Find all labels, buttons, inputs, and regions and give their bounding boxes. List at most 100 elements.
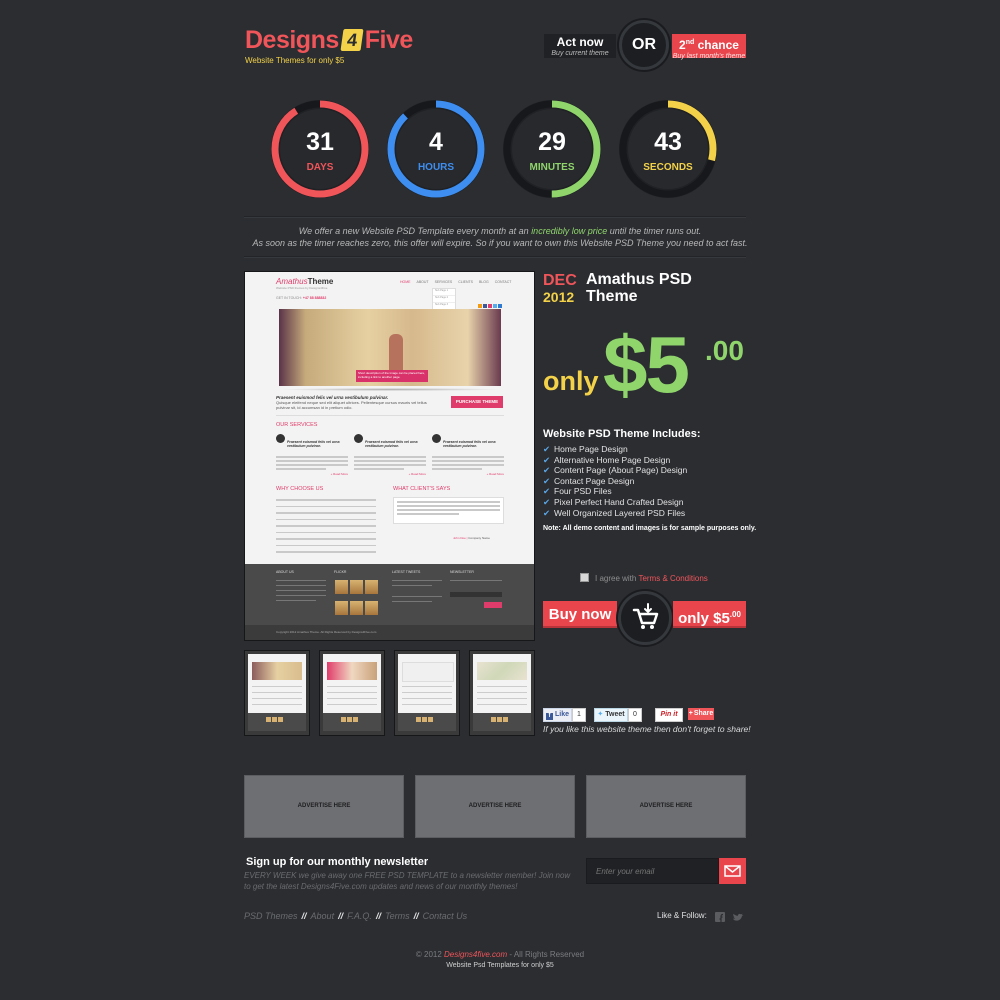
second-chance-label: 2nd chance bbox=[672, 34, 746, 52]
preview-service-icon bbox=[276, 434, 285, 443]
terms-checkbox[interactable] bbox=[580, 573, 589, 582]
newsletter-description: EVERY WEEK we give away one FREE PSD TEM… bbox=[244, 871, 571, 891]
demo-note: Note: All demo content and images is for… bbox=[543, 525, 757, 532]
preview-footer-heading: ABOUT US bbox=[276, 570, 294, 574]
tweet-button[interactable]: ✦ Tweet bbox=[594, 708, 628, 722]
list-item: ✔ Alternative Home Page Design bbox=[543, 455, 687, 466]
footer-link-contact[interactable]: Contact Us bbox=[423, 911, 468, 921]
copyright-tagline: Website Psd Templates for only $5 bbox=[446, 962, 554, 969]
preview-service-1: Praesent euismod felis vel urna vestibul… bbox=[276, 434, 348, 476]
check-icon: ✔ bbox=[543, 486, 551, 497]
includes-heading: Website PSD Theme Includes: bbox=[543, 428, 701, 440]
preview-service-title: Praesent euismod felis vel urna vestibul… bbox=[287, 439, 340, 449]
include-label: Contact Page Design bbox=[554, 475, 635, 486]
check-icon: ✔ bbox=[543, 454, 551, 465]
facebook-icon[interactable] bbox=[713, 910, 727, 924]
release-year: 2012 bbox=[543, 289, 575, 305]
minutes-unit: MINUTES bbox=[529, 162, 575, 173]
check-icon: ✔ bbox=[543, 444, 551, 454]
intro-line-1: We offer a new Website PSD Template ever… bbox=[244, 225, 756, 237]
preview-services-heading: OUR SERVICES bbox=[276, 422, 318, 428]
price-cents: .00 bbox=[705, 335, 744, 366]
countdown-seconds: 43 SECONDS bbox=[617, 98, 719, 200]
logo-text-right: Five bbox=[364, 26, 414, 54]
or-divider: OR bbox=[619, 20, 669, 70]
footer-link-about[interactable]: About bbox=[311, 911, 335, 921]
days-unit: DAYS bbox=[306, 162, 334, 173]
footer-separator: // bbox=[338, 911, 344, 921]
facebook-like-count: 1 bbox=[572, 708, 586, 722]
cart-button[interactable] bbox=[618, 591, 672, 645]
act-now-button[interactable]: Act now Buy current theme bbox=[544, 34, 616, 58]
preview-nav-about: ABOUT bbox=[416, 280, 429, 284]
preview-thumbnail-4[interactable] bbox=[469, 650, 535, 736]
preview-copyright: Copyright 2012 Amathus Theme. All Rights… bbox=[245, 625, 534, 640]
divider-bottom bbox=[244, 256, 746, 258]
theme-preview-image[interactable]: AmathusTheme Website PSD themes by Desig… bbox=[244, 271, 535, 641]
include-label: Well Organized Layered PSD Files bbox=[554, 507, 686, 518]
divider-top bbox=[244, 216, 746, 218]
logo-four-badge: 4 bbox=[340, 29, 364, 51]
logo[interactable]: Designs 4 Five bbox=[245, 26, 413, 55]
preview-read-more: + Read More bbox=[408, 472, 426, 476]
twitter-icon[interactable] bbox=[732, 910, 746, 924]
preview-nav-contact: CONTACT bbox=[494, 280, 512, 284]
second-chance-word: chance bbox=[694, 38, 739, 52]
tweet-count: 0 bbox=[628, 708, 642, 722]
preview-footer-heading: NEWSLETTER bbox=[450, 570, 474, 574]
preview-newsletter-button bbox=[484, 602, 502, 608]
second-chance-number: 2 bbox=[679, 38, 686, 52]
preview-read-more: + Read More bbox=[486, 472, 504, 476]
preview-touch-phone: +47 88 888832 bbox=[302, 296, 327, 300]
ad-banner-2[interactable]: ADVERTISE HERE bbox=[415, 775, 575, 838]
preview-service-2: Praesent euismod felis vel urna vestibul… bbox=[354, 434, 426, 476]
list-item: ✔ Four PSD Files bbox=[543, 486, 687, 497]
check-icon: ✔ bbox=[543, 496, 551, 507]
preview-contact-line: GET IN TOUCH: +47 88 888832 bbox=[276, 296, 326, 300]
buy-price-button[interactable]: only $5.00 bbox=[673, 601, 746, 628]
list-item: ✔ Pixel Perfect Hand Crafted Design bbox=[543, 497, 687, 508]
terms-label: I agree with bbox=[595, 574, 639, 583]
second-chance-suffix: nd bbox=[685, 39, 695, 46]
tweet-label: Tweet bbox=[605, 711, 625, 718]
seconds-unit: SECONDS bbox=[643, 162, 693, 173]
second-chance-button[interactable]: 2nd chance Buy last month's theme bbox=[672, 34, 746, 60]
terms-link[interactable]: Terms & Conditions bbox=[638, 574, 707, 583]
preview-thumbnail-1[interactable] bbox=[244, 650, 310, 736]
ad-banner-1[interactable]: ADVERTISE HERE bbox=[244, 775, 404, 838]
pinterest-button[interactable]: Pin it bbox=[655, 708, 683, 722]
preview-dropdown-item: Sub Page 1 bbox=[433, 289, 455, 296]
ad-banner-3[interactable]: ADVERTISE HERE bbox=[586, 775, 746, 838]
footer-link-faq[interactable]: F.A.Q. bbox=[347, 911, 372, 921]
days-value: 31 bbox=[306, 128, 334, 156]
preview-tagline: Website PSD themes by Designs4Five bbox=[276, 286, 328, 290]
countdown-hours: 4 HOURS bbox=[385, 98, 487, 200]
preview-flickr-grid bbox=[334, 579, 382, 615]
preview-thumbnail-3[interactable] bbox=[394, 650, 460, 736]
share-button[interactable]: +Share bbox=[688, 708, 714, 720]
copyright-site-link[interactable]: Designs4five.com bbox=[444, 950, 507, 959]
newsletter-submit-button[interactable] bbox=[719, 858, 746, 884]
preview-why-heading: WHY CHOOSE US bbox=[276, 486, 324, 492]
copyright-prefix: © 2012 bbox=[415, 950, 445, 959]
facebook-like-label: Like bbox=[554, 711, 569, 718]
preview-hero-shadow bbox=[279, 388, 501, 391]
buy-now-button[interactable]: Buy now bbox=[543, 601, 617, 628]
preview-hero-caption: Short description of the image can be pl… bbox=[356, 370, 428, 382]
facebook-like-button[interactable]: f Like bbox=[543, 708, 572, 722]
newsletter-email-input[interactable] bbox=[586, 858, 719, 884]
intro-line-1b: until the timer runs out. bbox=[607, 226, 702, 236]
preview-newsletter-field bbox=[450, 592, 502, 597]
product-title: Amathus PSD Theme bbox=[586, 271, 692, 305]
preview-thumbnail-2[interactable] bbox=[319, 650, 385, 736]
preview-logo-b: Theme bbox=[307, 277, 334, 286]
preview-logo-a: Amathus bbox=[276, 277, 308, 286]
preview-purchase-text: Praesent euismod felis vel urna vestibul… bbox=[276, 395, 436, 410]
hours-unit: HOURS bbox=[417, 162, 455, 173]
preview-quote-company: Company Name bbox=[468, 536, 490, 540]
footer-link-psd-themes[interactable]: PSD Themes bbox=[244, 911, 298, 921]
footer-link-terms[interactable]: Terms bbox=[385, 911, 410, 921]
intro-highlight: incredibly low price bbox=[531, 226, 608, 236]
cart-icon bbox=[632, 603, 659, 629]
countdown-days: 31 DAYS bbox=[269, 98, 371, 200]
